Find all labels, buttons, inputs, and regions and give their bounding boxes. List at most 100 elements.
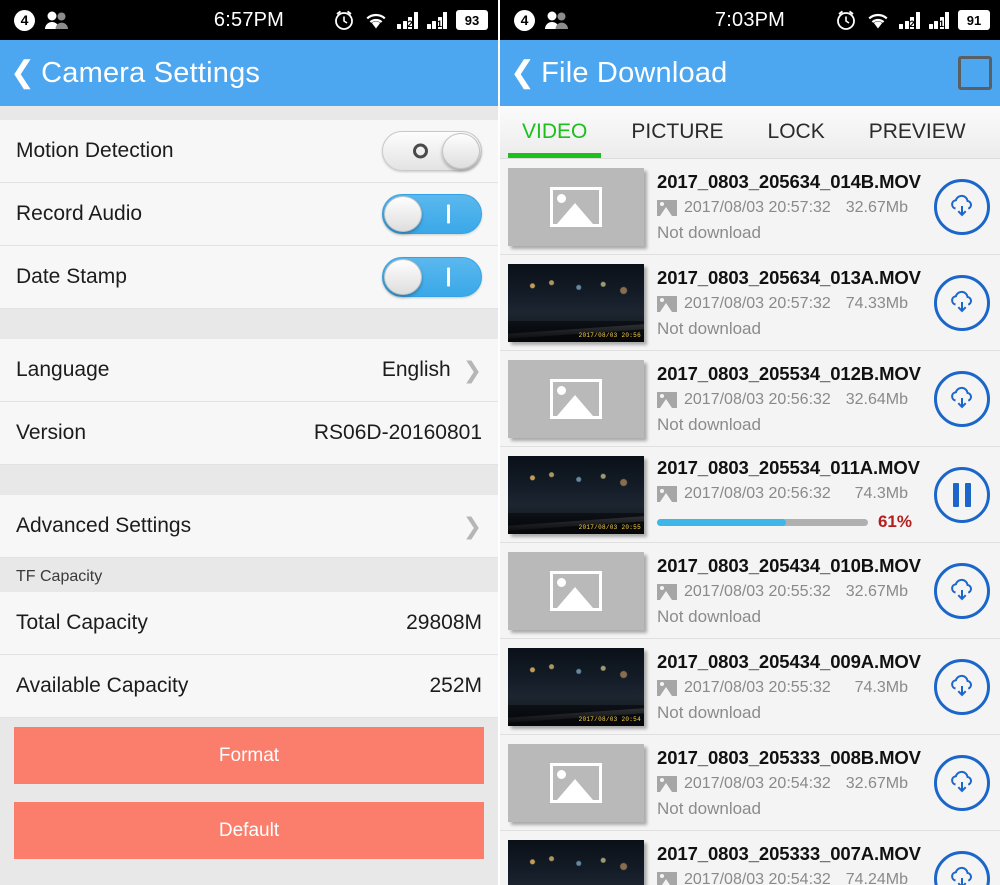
- capacity-value: 29808M: [406, 611, 482, 634]
- record-audio-toggle[interactable]: [382, 194, 482, 234]
- battery-indicator: 91: [958, 10, 990, 30]
- file-name: 2017_0803_205434_010B.MOV: [657, 554, 921, 576]
- file-name: 2017_0803_205333_007A.MOV: [657, 842, 921, 864]
- file-info: 2017_0803_205434_010B.MOV 2017/08/03 20:…: [644, 555, 930, 627]
- setting-label: Advanced Settings: [16, 514, 192, 537]
- file-size: 74.33Mb: [845, 294, 908, 312]
- battery-indicator: 93: [456, 10, 488, 30]
- setting-row-motion-detection[interactable]: Motion Detection: [0, 120, 498, 183]
- tab-video[interactable]: VIDEO: [500, 106, 609, 158]
- list-gap: [0, 465, 498, 495]
- file-thumbnail-placeholder: [508, 551, 644, 630]
- setting-row-record-audio[interactable]: Record Audio: [0, 183, 498, 246]
- media-thumb-icon: [657, 391, 677, 408]
- toggle-knob: [384, 259, 422, 295]
- page-title: File Download: [541, 56, 728, 89]
- file-download-screen: 4 7:03PM 2 1 91 ❮ File Download VIDEO PI…: [500, 0, 1000, 885]
- setting-row-advanced-settings[interactable]: Advanced Settings ❯: [0, 495, 498, 558]
- back-chevron-icon[interactable]: ❮: [510, 58, 535, 88]
- wifi-icon: [366, 13, 386, 28]
- default-button[interactable]: Default: [14, 802, 484, 859]
- toggle-off-mark-icon: [413, 143, 428, 159]
- file-meta: 2017/08/03 20:55:32 74.3Mb: [657, 679, 930, 697]
- motion-detection-toggle[interactable]: [382, 131, 482, 171]
- alarm-clock-icon: [837, 10, 855, 30]
- format-button-wrap: Format: [0, 718, 498, 793]
- signal-bars-sim2-icon: 1: [426, 11, 447, 29]
- download-button[interactable]: [934, 754, 990, 811]
- cloud-download-icon: [951, 770, 972, 792]
- media-thumb-icon: [657, 679, 677, 696]
- file-name: 2017_0803_205534_012B.MOV: [657, 362, 921, 384]
- file-info: 2017_0803_205333_007A.MOV 2017/08/03 20:…: [644, 843, 930, 885]
- file-date: 2017/08/03 20:54:32: [684, 870, 831, 885]
- download-button[interactable]: [934, 658, 990, 715]
- file-thumbnail-placeholder: [508, 359, 644, 438]
- format-button[interactable]: Format: [14, 727, 484, 784]
- file-list-item[interactable]: 2017_0803_205434_010B.MOV 2017/08/03 20:…: [500, 543, 1000, 639]
- toggle-on-mark-icon: [447, 267, 450, 287]
- signal-bars-sim2-icon: 1: [928, 11, 949, 29]
- setting-label: Date Stamp: [16, 265, 127, 288]
- cloud-download-icon: [951, 290, 972, 312]
- media-thumb-icon: [657, 583, 677, 600]
- toggle-knob: [442, 133, 480, 169]
- media-thumb-icon: [657, 295, 677, 312]
- status-bar-right-icons: 2 1 91: [835, 9, 990, 31]
- list-gap: [0, 106, 498, 120]
- capacity-row-available: Available Capacity 252M: [0, 655, 498, 718]
- default-button-wrap: Default: [0, 793, 498, 868]
- file-list-item[interactable]: 2017_0803_205634_014B.MOV 2017/08/03 20:…: [500, 159, 1000, 255]
- chevron-right-icon: ❯: [462, 356, 482, 383]
- file-thumbnail-placeholder: [508, 743, 644, 822]
- pause-icon: [953, 482, 971, 507]
- media-thumb-icon: [657, 871, 677, 885]
- download-button[interactable]: [934, 178, 990, 235]
- download-button[interactable]: [934, 274, 990, 331]
- file-list-item[interactable]: 2017_0803_205534_012B.MOV 2017/08/03 20:…: [500, 351, 1000, 447]
- file-name: 2017_0803_205634_013A.MOV: [657, 266, 921, 288]
- file-status: Not download: [657, 414, 761, 434]
- file-meta: 2017/08/03 20:56:32 32.64Mb: [657, 391, 930, 409]
- file-info: 2017_0803_205634_014B.MOV 2017/08/03 20:…: [644, 171, 930, 243]
- file-list-item[interactable]: 2017/08/03 20:54 2017_0803_205434_009A.M…: [500, 639, 1000, 735]
- cloud-download-icon: [951, 866, 972, 885]
- back-chevron-icon[interactable]: ❮: [10, 58, 35, 88]
- file-thumbnail: 2017/08/03 20:54: [508, 647, 644, 726]
- tab-preview[interactable]: PREVIEW: [847, 106, 988, 158]
- file-meta: 2017/08/03 20:54:32 32.67Mb: [657, 775, 930, 793]
- file-info: 2017_0803_205534_012B.MOV 2017/08/03 20:…: [644, 363, 930, 435]
- capacity-label: Available Capacity: [16, 674, 189, 697]
- file-meta: 2017/08/03 20:57:32 74.33Mb: [657, 295, 930, 313]
- file-thumbnail: 2017/08/03 20:53: [508, 839, 644, 885]
- file-status: Not download: [657, 798, 761, 818]
- file-list-item[interactable]: 2017/08/03 20:53 2017_0803_205333_007A.M…: [500, 831, 1000, 885]
- file-list-item[interactable]: 2017/08/03 20:56 2017_0803_205634_013A.M…: [500, 255, 1000, 351]
- download-button[interactable]: [934, 370, 990, 427]
- date-stamp-toggle[interactable]: [382, 257, 482, 297]
- settings-list: Motion Detection Record Audio Date Stamp: [0, 106, 498, 885]
- status-bar-right-icons: 2 1 93: [333, 9, 488, 31]
- file-date: 2017/08/03 20:54:32: [684, 774, 831, 792]
- file-thumbnail: 2017/08/03 20:55: [508, 455, 644, 534]
- setting-row-language[interactable]: Language English ❯: [0, 339, 498, 402]
- file-info: 2017_0803_205534_011A.MOV 2017/08/03 20:…: [644, 457, 930, 532]
- toggle-on-mark-icon: [447, 204, 450, 224]
- download-button[interactable]: [934, 562, 990, 619]
- tab-picture[interactable]: PICTURE: [609, 106, 745, 158]
- download-button[interactable]: [934, 850, 990, 885]
- file-date: 2017/08/03 20:56:32: [684, 390, 831, 408]
- file-date: 2017/08/03 20:57:32: [684, 198, 831, 216]
- setting-label: Language: [16, 358, 110, 381]
- file-name: 2017_0803_205534_011A.MOV: [657, 457, 920, 478]
- tab-lock[interactable]: LOCK: [746, 106, 847, 158]
- file-info: 2017_0803_205634_013A.MOV 2017/08/03 20:…: [644, 267, 930, 339]
- file-list-item[interactable]: 2017_0803_205333_008B.MOV 2017/08/03 20:…: [500, 735, 1000, 831]
- select-all-checkbox[interactable]: [958, 56, 992, 90]
- setting-row-date-stamp[interactable]: Date Stamp: [0, 246, 498, 309]
- file-list-item-downloading[interactable]: 2017/08/03 20:55 2017_0803_205534_011A.M…: [500, 447, 1000, 543]
- pause-button[interactable]: [934, 466, 990, 523]
- file-thumbnail: 2017/08/03 20:56: [508, 263, 644, 342]
- file-list[interactable]: 2017_0803_205634_014B.MOV 2017/08/03 20:…: [500, 159, 1000, 885]
- media-thumb-icon: [657, 199, 677, 216]
